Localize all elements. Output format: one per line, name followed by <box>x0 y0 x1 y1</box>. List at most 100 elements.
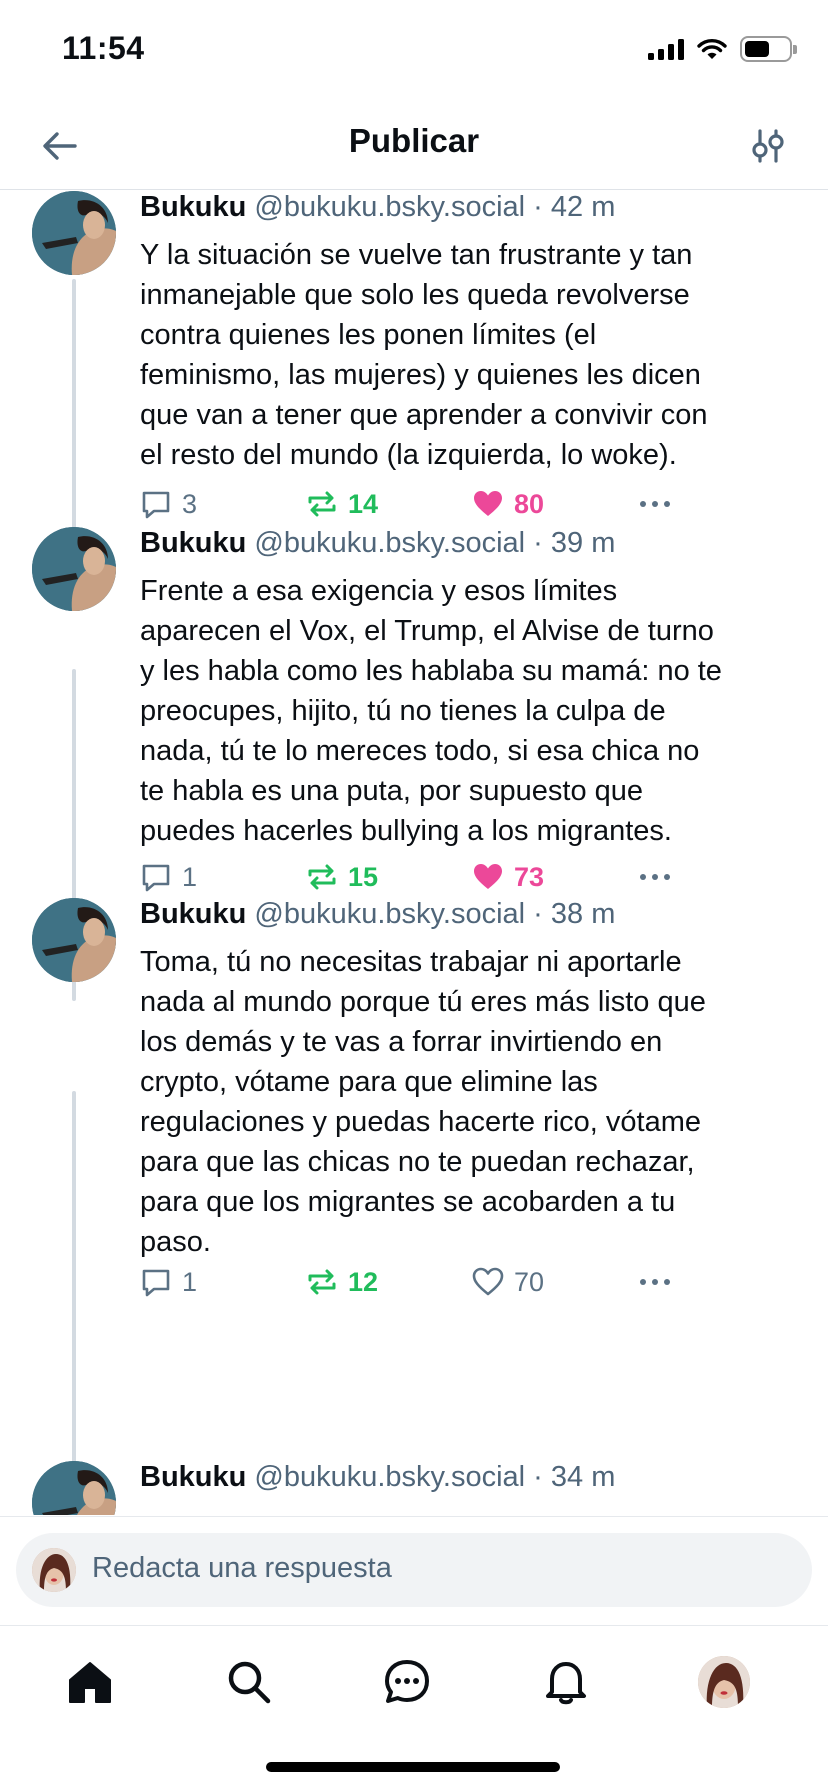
heart-icon <box>474 864 502 889</box>
separator: · <box>533 898 543 930</box>
repost-button[interactable]: 14 <box>306 484 378 524</box>
post-author[interactable]: Bukuku <box>140 1461 246 1493</box>
post-author[interactable]: Bukuku <box>140 191 246 223</box>
cellular-signal-icon <box>648 38 684 60</box>
thread-settings-button[interactable] <box>744 122 792 170</box>
post-text-line: aparecen el Vox, el Trump, el Alvise de … <box>140 615 714 647</box>
reply-count: 1 <box>182 861 198 892</box>
tab-messages[interactable] <box>377 1652 437 1712</box>
comment-icon <box>142 864 170 892</box>
post-text-line: para que los migrantes se acobarden a tu <box>140 1186 676 1218</box>
post-actions: 3 14 80 <box>140 484 800 524</box>
heart-icon <box>472 1267 504 1296</box>
avatar[interactable] <box>32 191 116 275</box>
post-meta: Bukuku @bukuku.bsky.social · 38 m <box>140 898 808 931</box>
battery-icon <box>740 36 797 62</box>
home-indicator <box>266 1762 560 1772</box>
tab-notifications[interactable] <box>536 1652 596 1712</box>
post-text-line: nada, tú te lo mereces todo, si esa chic… <box>140 735 700 767</box>
repost-count: 12 <box>348 1266 379 1297</box>
post-text-line: contra quienes les ponen límites (el <box>140 319 597 351</box>
post-author[interactable]: Bukuku <box>140 898 246 930</box>
post-meta: Bukuku @bukuku.bsky.social · 39 m <box>140 527 808 560</box>
post-text-line: para que las chicas no te puedan rechaza… <box>140 1146 695 1178</box>
post-actions: 1 15 73 <box>140 857 800 897</box>
post-header: Publicar <box>0 100 828 190</box>
repost-count: 14 <box>348 488 379 519</box>
like-count: 73 <box>514 861 545 892</box>
chat-icon <box>385 1660 429 1703</box>
status-time: 11:54 <box>62 30 145 66</box>
status-icons <box>648 34 797 64</box>
post-time: 39 m <box>550 527 616 559</box>
separator: · <box>533 191 543 223</box>
comment-icon <box>142 1269 170 1297</box>
post-actions: 1 12 70 <box>140 1262 800 1302</box>
more-button[interactable] <box>640 857 670 897</box>
repost-icon <box>308 864 336 890</box>
post-text: Frente a esa exigencia y esos límites ap… <box>140 571 795 851</box>
current-user-avatar <box>32 1548 76 1592</box>
wifi-icon <box>697 39 727 59</box>
repost-button[interactable]: 15 <box>306 857 378 897</box>
thread-feed[interactable]: Bukuku @bukuku.bsky.social · 42 m Y la s… <box>0 191 828 1515</box>
avatar[interactable] <box>32 898 116 982</box>
reply-count: 3 <box>182 488 198 519</box>
tab-home[interactable] <box>60 1652 120 1712</box>
like-count: 80 <box>514 488 545 519</box>
avatar[interactable] <box>32 527 116 611</box>
thread-line <box>72 1091 76 1463</box>
reply-count: 1 <box>182 1266 198 1297</box>
post-meta: Bukuku @bukuku.bsky.social · 34 m <box>140 1461 808 1494</box>
post-handle[interactable]: @bukuku.bsky.social <box>254 898 525 930</box>
tab-profile[interactable] <box>694 1652 754 1712</box>
more-button[interactable] <box>640 1262 670 1302</box>
reply-composer: Redacta una respuesta <box>0 1516 828 1624</box>
separator: · <box>533 1461 543 1493</box>
post-text-line: paso. <box>140 1226 211 1258</box>
post-time: 38 m <box>550 898 616 930</box>
page-title: Publicar <box>348 122 480 159</box>
post-text-line: preocupes, hijito, tú no tienes la culpa… <box>140 695 666 727</box>
heart-icon <box>474 491 502 516</box>
status-bar: 11:54 <box>0 0 828 100</box>
post-handle[interactable]: @bukuku.bsky.social <box>254 191 525 223</box>
post-text-line: te habla es una puta, por supuesto que <box>140 775 644 807</box>
post-text-line: y les habla como les hablaba su mamá: no… <box>140 655 722 687</box>
repost-count: 15 <box>348 861 379 892</box>
like-button[interactable]: 80 <box>472 484 544 524</box>
post-text: Toma, tú no necesitas trabajar ni aporta… <box>140 942 795 1262</box>
like-button[interactable]: 70 <box>472 1262 544 1302</box>
more-horizontal-icon <box>640 501 670 507</box>
avatar[interactable] <box>32 1461 116 1515</box>
more-button[interactable] <box>640 484 670 524</box>
reply-button[interactable]: 3 <box>140 484 197 524</box>
search-icon <box>228 1661 271 1704</box>
post-handle[interactable]: @bukuku.bsky.social <box>254 1461 525 1493</box>
reply-button[interactable]: 1 <box>140 1262 197 1302</box>
post-text-line: nada al mundo porque tú eres más listo q… <box>140 986 706 1018</box>
more-horizontal-icon <box>640 874 670 880</box>
repost-icon <box>308 491 336 517</box>
reply-input[interactable]: Redacta una respuesta <box>16 1533 812 1607</box>
comment-icon <box>142 491 170 519</box>
repost-button[interactable]: 12 <box>306 1262 378 1302</box>
tab-search[interactable] <box>219 1652 279 1712</box>
post-text-line: que van a tener que aprender a convivir … <box>140 399 708 431</box>
post-text-line: regulaciones y puedas hacerte rico, vóta… <box>140 1106 701 1138</box>
post-text-line: Toma, tú no necesitas trabajar ni aporta… <box>140 946 682 978</box>
post-meta: Bukuku @bukuku.bsky.social · 42 m <box>140 191 808 224</box>
like-button[interactable]: 73 <box>472 857 544 897</box>
more-horizontal-icon <box>640 1279 670 1285</box>
post-handle[interactable]: @bukuku.bsky.social <box>254 527 525 559</box>
post-author[interactable]: Bukuku <box>140 527 246 559</box>
repost-icon <box>308 1269 336 1295</box>
post-text-line: Y la situación se vuelve tan frustrante … <box>140 239 693 271</box>
reply-button[interactable]: 1 <box>140 857 197 897</box>
separator: · <box>533 527 543 559</box>
post-text: Y la situación se vuelve tan frustrante … <box>140 235 795 475</box>
post-text-line: feminismo, las mujeres) y quienes les di… <box>140 359 701 391</box>
thread-line <box>72 279 76 541</box>
post-time: 34 m <box>550 1461 616 1493</box>
post-text-line: inmanejable que solo les queda revolvers… <box>140 279 690 311</box>
